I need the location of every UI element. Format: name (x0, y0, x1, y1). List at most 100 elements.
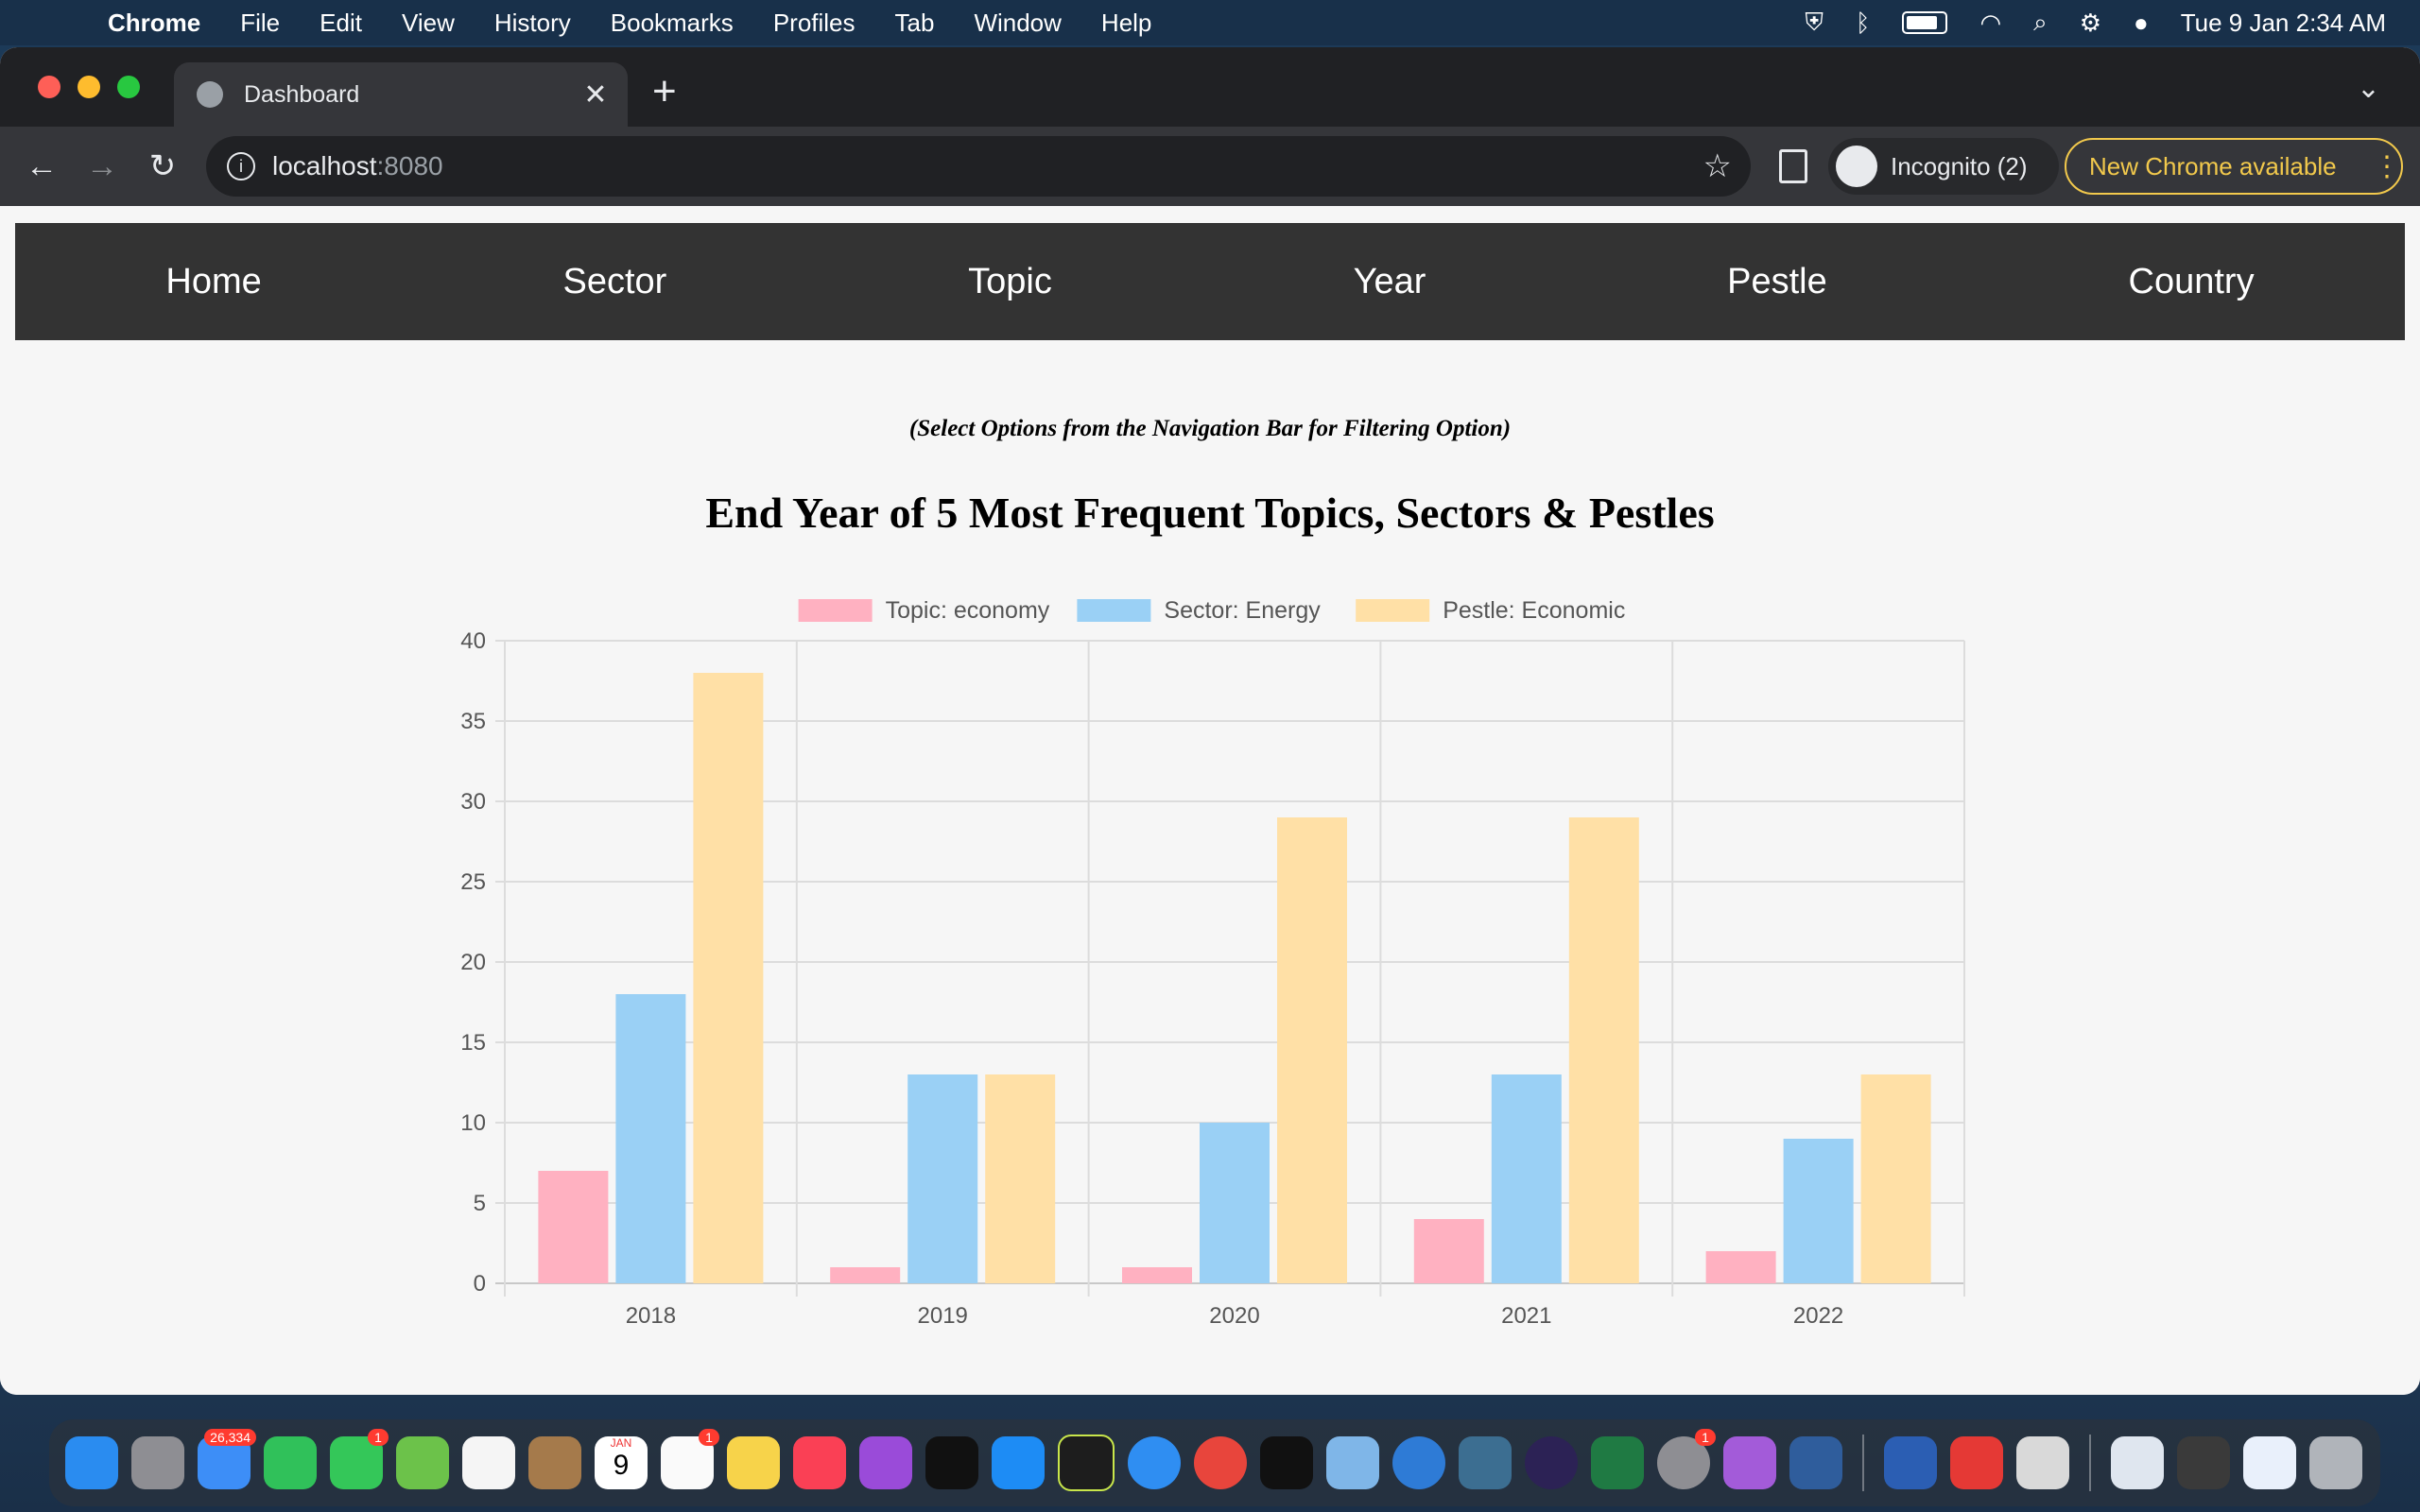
dock-system-settings-icon[interactable]: 1 (1657, 1429, 1716, 1489)
dock-messages-icon[interactable]: 1 (330, 1429, 389, 1489)
legend-label: Topic: economy (886, 597, 1050, 624)
wifi-icon[interactable]: ◠ (1979, 9, 2001, 38)
dock-music-icon[interactable] (793, 1436, 846, 1489)
side-panel-icon[interactable] (1779, 149, 1807, 183)
bar (1413, 1219, 1484, 1283)
dock-feedback-icon[interactable] (1723, 1436, 1776, 1489)
battery-icon[interactable] (1902, 11, 1948, 34)
filter-hint: (Select Options from the Navigation Bar … (908, 416, 1512, 441)
close-window-button[interactable] (38, 76, 60, 98)
menu-clock[interactable]: Tue 9 Jan 2:34 AM (2181, 9, 2386, 38)
mail-badge: 26,334 (204, 1429, 256, 1446)
dock-network-app-icon[interactable] (1789, 1436, 1842, 1489)
menu-bookmarks[interactable]: Bookmarks (611, 9, 734, 38)
incognito-icon (1836, 146, 1877, 187)
dock-thunderbird-icon[interactable] (1392, 1436, 1445, 1489)
nav-topic[interactable]: Topic (968, 262, 1052, 302)
x-tick-label: 2022 (1793, 1303, 1843, 1329)
dock-excel-icon[interactable] (1591, 1436, 1644, 1489)
reload-icon[interactable]: ↻ (144, 147, 182, 185)
menu-view[interactable]: View (402, 9, 455, 38)
menu-profiles[interactable]: Profiles (773, 9, 856, 38)
dock-maps-icon[interactable] (396, 1436, 449, 1489)
privacy-shield-icon[interactable]: ⛨ (1805, 8, 1824, 38)
dock-launchpad-icon[interactable] (131, 1436, 184, 1489)
dock-mysql-workbench-icon[interactable] (1459, 1436, 1512, 1489)
y-tick-label: 40 (460, 628, 486, 654)
dock-utility-icon[interactable] (2016, 1436, 2069, 1489)
macos-dock: 26,334 1 JAN 9 1 1 (49, 1419, 2380, 1506)
bar-chart-svg: 0 5 10 15 20 25 30 35 40 2018 2019 2020 2021 2022 Topi… (460, 597, 1965, 1329)
site-info-icon[interactable]: i (227, 152, 255, 180)
zoom-window-button[interactable] (117, 76, 140, 98)
dock-reminders-icon[interactable]: 1 (661, 1429, 719, 1489)
dock-pycharm-icon[interactable] (1058, 1435, 1115, 1491)
menu-tab[interactable]: Tab (895, 9, 935, 38)
nav-pestle[interactable]: Pestle (1727, 262, 1827, 302)
address-bar[interactable]: i localhost :8080 ☆ (206, 136, 1751, 197)
spotlight-search-icon[interactable]: ⌕ (2033, 8, 2048, 38)
y-tick-label: 0 (474, 1271, 486, 1297)
dock-facetime-icon[interactable] (264, 1436, 317, 1489)
forward-arrow-icon[interactable]: → (83, 148, 121, 185)
dock-finder-icon[interactable] (65, 1436, 118, 1489)
y-tick-label: 35 (460, 709, 486, 734)
menu-edit[interactable]: Edit (320, 9, 362, 38)
nav-country[interactable]: Country (2129, 262, 2255, 302)
dock-intellij-icon[interactable] (1260, 1436, 1313, 1489)
menu-window[interactable]: Window (974, 9, 1061, 38)
tab-search-chevron-icon[interactable]: ⌄ (2357, 72, 2380, 105)
nav-home[interactable]: Home (165, 262, 261, 302)
kebab-menu-icon[interactable]: ⋮ (2373, 150, 2401, 183)
dock-calendar-icon[interactable]: JAN 9 (595, 1436, 648, 1489)
dock-contacts-icon[interactable] (528, 1436, 581, 1489)
dock-trash-icon[interactable] (2309, 1436, 2362, 1489)
dock-anydesk-icon[interactable] (1950, 1436, 2003, 1489)
menu-app-chrome[interactable]: Chrome (108, 9, 200, 38)
x-tick-label: 2019 (918, 1303, 968, 1329)
calendar-day: 9 (613, 1450, 630, 1481)
tab-dashboard[interactable]: Dashboard ✕ (174, 62, 628, 127)
dock-podcasts-icon[interactable] (859, 1436, 912, 1489)
dock-document-icon[interactable] (2111, 1436, 2164, 1489)
browser-toolbar: ← → ↻ i localhost :8080 ☆ Incognito (2) … (0, 127, 2420, 206)
bar (1122, 1267, 1192, 1283)
new-tab-plus-icon[interactable]: + (652, 68, 677, 115)
dock-safari-icon[interactable] (1128, 1436, 1181, 1489)
bar (1200, 1123, 1270, 1283)
dock-eclipse-icon[interactable] (1525, 1436, 1578, 1489)
bar (1783, 1139, 1854, 1283)
url-port: :8080 (376, 151, 443, 180)
bar (538, 1171, 609, 1283)
incognito-profile-button[interactable]: Incognito (2) (1828, 138, 2059, 195)
menu-history[interactable]: History (494, 9, 571, 38)
dock-virtualbox-icon[interactable] (1326, 1436, 1379, 1489)
dock-appstore-icon[interactable] (992, 1436, 1045, 1489)
new-chrome-available-button[interactable]: New Chrome available ⋮ (2065, 138, 2403, 195)
dock-chrome-icon[interactable] (1194, 1436, 1247, 1489)
back-arrow-icon[interactable]: ← (23, 148, 60, 185)
control-center-icon[interactable]: ⚙ (2080, 9, 2101, 38)
dock-browser-thumbnail-icon[interactable] (2243, 1436, 2296, 1489)
dock-separator-2 (2089, 1435, 2091, 1491)
dock-window-thumbnail-icon[interactable] (2177, 1436, 2230, 1489)
nav-year[interactable]: Year (1354, 262, 1426, 302)
x-tick-label: 2021 (1501, 1303, 1551, 1329)
close-tab-icon[interactable]: ✕ (577, 78, 614, 112)
siri-icon[interactable]: ● (2134, 9, 2149, 38)
nav-sector[interactable]: Sector (563, 262, 667, 302)
bar (615, 994, 686, 1283)
menu-file[interactable]: File (240, 9, 280, 38)
dock-notes-icon[interactable] (727, 1436, 780, 1489)
x-tick-label: 2020 (1209, 1303, 1259, 1329)
menu-help[interactable]: Help (1101, 9, 1151, 38)
bluetooth-icon[interactable]: ᛒ (1856, 9, 1871, 38)
dock-mail-icon[interactable]: 26,334 (198, 1429, 256, 1489)
bar (908, 1074, 978, 1283)
minimize-window-button[interactable] (78, 76, 100, 98)
dock-photos-icon[interactable] (462, 1436, 515, 1489)
dock-appletv-icon[interactable] (925, 1436, 978, 1489)
bookmark-star-icon[interactable]: ☆ (1703, 147, 1732, 185)
dock-word-icon[interactable] (1884, 1436, 1937, 1489)
window-controls (38, 76, 140, 98)
